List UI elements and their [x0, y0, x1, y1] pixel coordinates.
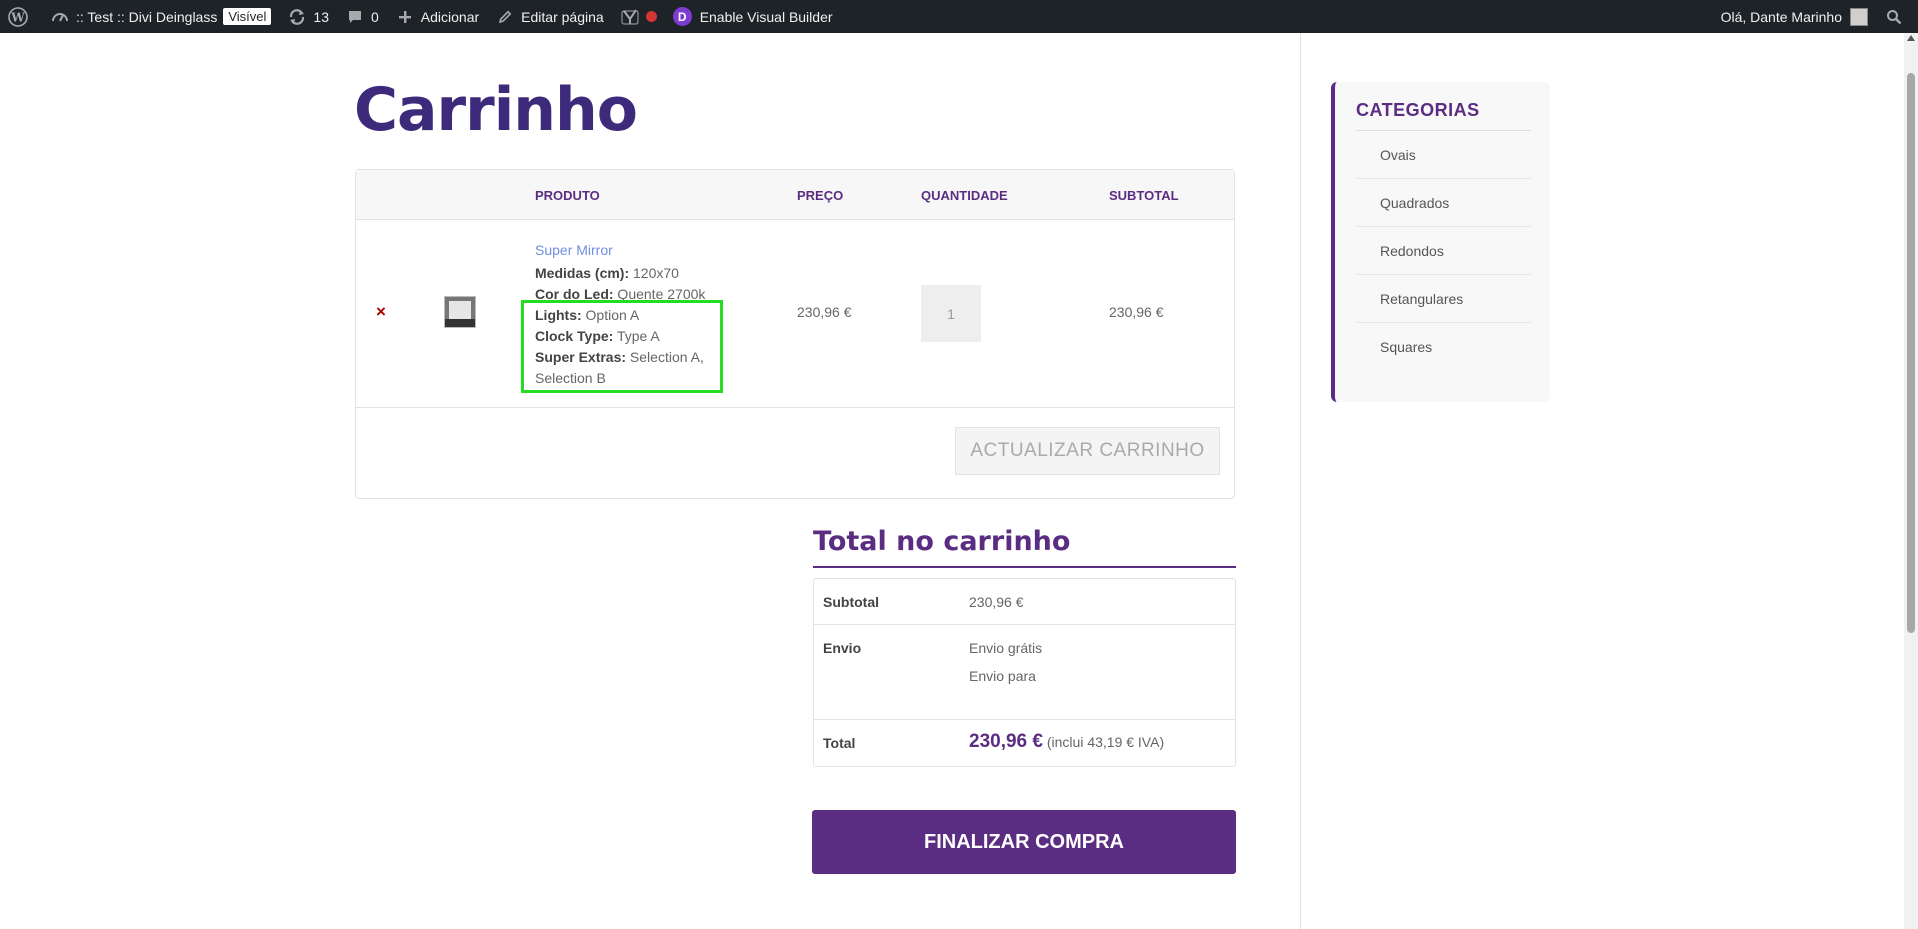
remove-item-button[interactable]: ×: [376, 302, 386, 322]
search-icon: [1884, 7, 1904, 27]
quantity-input[interactable]: [921, 285, 981, 342]
shipping-method: Envio grátis: [969, 640, 1043, 656]
category-label: Quadrados: [1380, 195, 1450, 211]
visual-builder-label: Enable Visual Builder: [699, 8, 833, 25]
comment-icon: [345, 7, 365, 27]
category-item-squares[interactable]: Squares: [1356, 323, 1531, 371]
category-item-redondos[interactable]: Redondos: [1356, 227, 1531, 275]
wordpress-logo-button[interactable]: W: [0, 0, 42, 33]
svg-text:W: W: [10, 10, 25, 24]
table-row: × Super Mirror Medidas (cm): 120x70 Cor …: [356, 220, 1234, 408]
admin-bar: W :: Test :: Divi Deinglass Visível 13 0…: [0, 0, 1918, 33]
page-content: Carrinho PRODUTO PREÇO QUANTIDADE SUBTOT…: [0, 33, 1918, 929]
categories-title: CATEGORIAS: [1356, 100, 1480, 120]
item-price: 230,96 €: [797, 304, 852, 320]
category-item-ovais[interactable]: Ovais: [1356, 131, 1531, 179]
total-value-group: 230,96 € (inclui 43,19 € IVA): [969, 731, 1164, 753]
header-product: PRODUTO: [535, 188, 600, 203]
total-value: 230,96 €: [969, 731, 1043, 752]
meta-line: Medidas (cm): 120x70: [535, 263, 679, 284]
refresh-icon: [287, 7, 307, 27]
sidebar-divider: [1300, 33, 1301, 929]
comments-button[interactable]: 0: [337, 0, 387, 33]
mirror-pane: [449, 301, 471, 319]
divi-icon: D: [672, 7, 692, 26]
edit-page-label: Editar página: [521, 8, 604, 25]
comments-count: 0: [371, 8, 379, 25]
categories-widget: CATEGORIAS Ovais Quadrados Redondos Reta…: [1331, 82, 1550, 402]
header-quantity: QUANTIDADE: [921, 188, 1008, 203]
yoast-icon: [620, 7, 640, 27]
visible-badge: Visível: [223, 8, 272, 25]
cart-totals-rule: [813, 566, 1236, 568]
page-scrollbar[interactable]: [1904, 33, 1918, 929]
wordpress-icon: W: [8, 6, 28, 27]
add-new-label: Adicionar: [420, 8, 480, 25]
site-name-menu[interactable]: :: Test :: Divi Deinglass Visível: [42, 0, 279, 33]
updates-count: 13: [313, 8, 329, 25]
cart-totals-title: Total no carrinho: [813, 526, 1071, 557]
scrollbar-thumb[interactable]: [1907, 73, 1915, 633]
category-label: Redondos: [1380, 243, 1444, 259]
category-item-retangulares[interactable]: Retangulares: [1356, 275, 1531, 323]
total-tax-note: (inclui 43,19 € IVA): [1046, 734, 1165, 750]
highlight-box: [521, 300, 723, 393]
plus-icon: [395, 7, 415, 27]
mirror-base: [445, 319, 475, 327]
search-button[interactable]: [1876, 0, 1918, 33]
visual-builder-button[interactable]: D Enable Visual Builder: [665, 0, 841, 33]
category-label: Ovais: [1380, 147, 1416, 163]
product-thumbnail[interactable]: [444, 296, 476, 328]
category-label: Squares: [1380, 339, 1433, 355]
user-greeting: Olá, Dante Marinho: [1720, 8, 1842, 25]
totals-row-total: Total 230,96 € (inclui 43,19 € IVA): [814, 720, 1235, 766]
meta-key: Medidas (cm):: [535, 265, 630, 281]
pencil-icon: [495, 7, 515, 27]
subtotal-label: Subtotal: [823, 594, 879, 610]
subtotal-value: 230,96 €: [969, 594, 1024, 610]
meta-value: 120x70: [629, 265, 679, 281]
updates-button[interactable]: 13: [279, 0, 337, 33]
totals-row-subtotal: Subtotal 230,96 €: [814, 579, 1235, 625]
scroll-up-arrow-icon[interactable]: [1907, 35, 1915, 41]
totals-row-shipping: Envio Envio grátis Envio para: [814, 625, 1235, 720]
dashboard-icon: [50, 7, 70, 27]
add-new-button[interactable]: Adicionar: [387, 0, 487, 33]
edit-page-button[interactable]: Editar página: [487, 0, 612, 33]
update-cart-button[interactable]: ACTUALIZAR CARRINHO: [955, 427, 1220, 475]
site-name: :: Test :: Divi Deinglass: [76, 8, 218, 25]
total-label: Total: [823, 735, 856, 751]
page-title: Carrinho: [354, 75, 638, 145]
header-subtotal: SUBTOTAL: [1109, 188, 1179, 203]
yoast-seo-button[interactable]: [612, 0, 665, 33]
cart-totals-table: Subtotal 230,96 € Envio Envio grátis Env…: [813, 578, 1236, 767]
checkout-button[interactable]: FINALIZAR COMPRA: [812, 810, 1236, 874]
shipping-destination: Envio para: [969, 668, 1036, 684]
seo-status-dot: [645, 11, 657, 22]
user-account-menu[interactable]: Olá, Dante Marinho: [1713, 0, 1876, 33]
cart-table-header: PRODUTO PREÇO QUANTIDADE SUBTOTAL: [356, 170, 1234, 220]
category-label: Retangulares: [1380, 291, 1464, 307]
category-item-quadrados[interactable]: Quadrados: [1356, 179, 1531, 227]
item-subtotal: 230,96 €: [1109, 304, 1164, 320]
cart-table: PRODUTO PREÇO QUANTIDADE SUBTOTAL × Supe…: [355, 169, 1235, 499]
header-price: PREÇO: [797, 188, 844, 203]
avatar: [1850, 7, 1868, 26]
product-name-link[interactable]: Super Mirror: [535, 242, 613, 258]
shipping-label: Envio: [823, 640, 862, 656]
